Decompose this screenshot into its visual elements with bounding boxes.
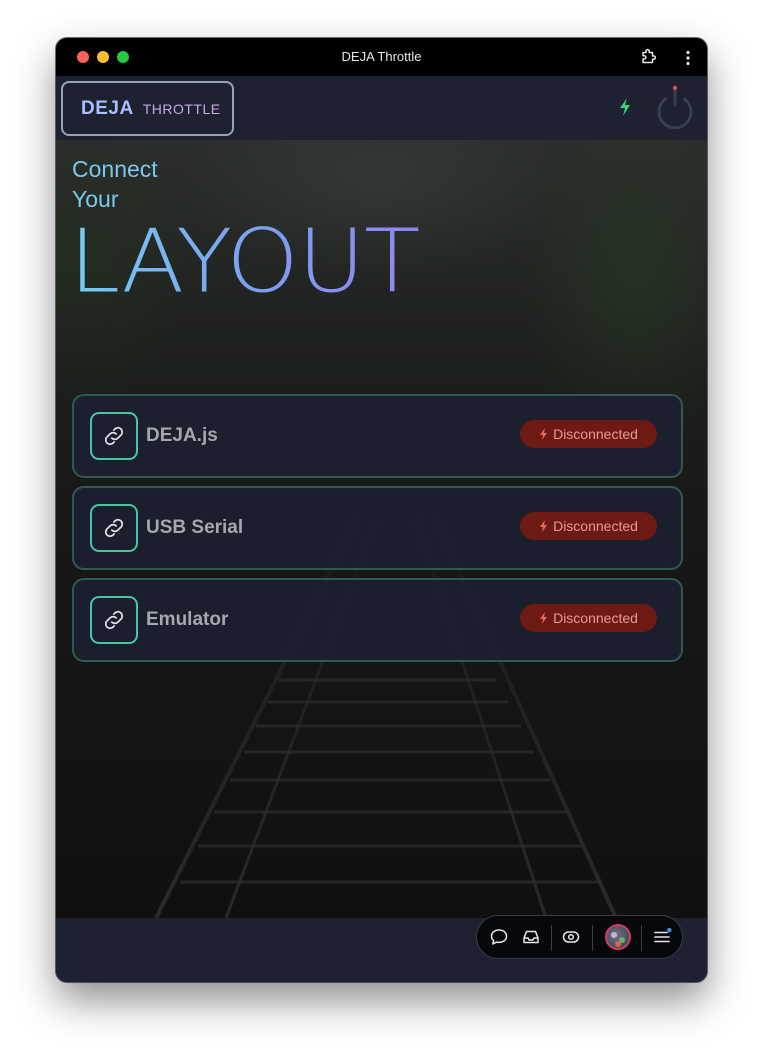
status-text: Disconnected: [553, 610, 638, 626]
bottom-bar: [56, 915, 707, 982]
link-icon[interactable]: [90, 412, 138, 460]
logo-button[interactable]: DEJA THROTTLE: [61, 81, 234, 136]
inbox-icon[interactable]: [521, 927, 541, 952]
app-header: DEJA THROTTLE: [56, 76, 707, 140]
title-bar: DEJA Throttle: [56, 38, 707, 76]
more-options-icon[interactable]: [684, 50, 692, 71]
window-title: DEJA Throttle: [341, 49, 422, 64]
connection-card-usb-serial[interactable]: USB Serial Disconnected: [72, 486, 683, 570]
avatar[interactable]: [605, 924, 631, 950]
status-text: Disconnected: [553, 518, 638, 534]
dock: [476, 915, 683, 959]
bolt-icon: [540, 612, 548, 624]
eye-icon[interactable]: [561, 927, 581, 952]
hero-subtitle: Connect Your: [72, 154, 158, 214]
link-icon[interactable]: [90, 504, 138, 552]
status-badge: Disconnected: [520, 604, 657, 632]
dock-divider: [641, 925, 642, 951]
power-button[interactable]: [654, 85, 696, 134]
bolt-icon: [540, 520, 548, 532]
link-icon[interactable]: [90, 596, 138, 644]
connection-card-dejajs[interactable]: DEJA.js Disconnected: [72, 394, 683, 478]
extension-icon[interactable]: [640, 48, 657, 70]
connection-card-emulator[interactable]: Emulator Disconnected: [72, 578, 683, 662]
menu-icon[interactable]: [652, 927, 672, 952]
hero-line-1: Connect: [72, 156, 158, 182]
hero-line-2: Your: [72, 186, 119, 212]
logo-brand: DEJA: [81, 97, 134, 119]
hero-title: LAYOUT: [69, 210, 420, 313]
dock-divider: [592, 925, 593, 951]
logo-product: THROTTLE: [142, 100, 221, 117]
connection-label: Emulator: [146, 609, 229, 630]
connect-panel: Connect Your LAYOUT DEJA.js Disconnected…: [56, 140, 707, 918]
status-badge: Disconnected: [520, 420, 657, 448]
connection-label: USB Serial: [146, 517, 244, 538]
bolt-icon: [540, 428, 548, 440]
bolt-icon[interactable]: [617, 97, 633, 122]
status-badge: Disconnected: [520, 512, 657, 540]
dock-divider: [551, 925, 552, 951]
app-window: DEJA Throttle DEJA THROTTLE Connect Your…: [56, 38, 707, 982]
connection-label: DEJA.js: [146, 425, 218, 446]
status-text: Disconnected: [553, 426, 638, 442]
chat-icon[interactable]: [489, 927, 509, 952]
